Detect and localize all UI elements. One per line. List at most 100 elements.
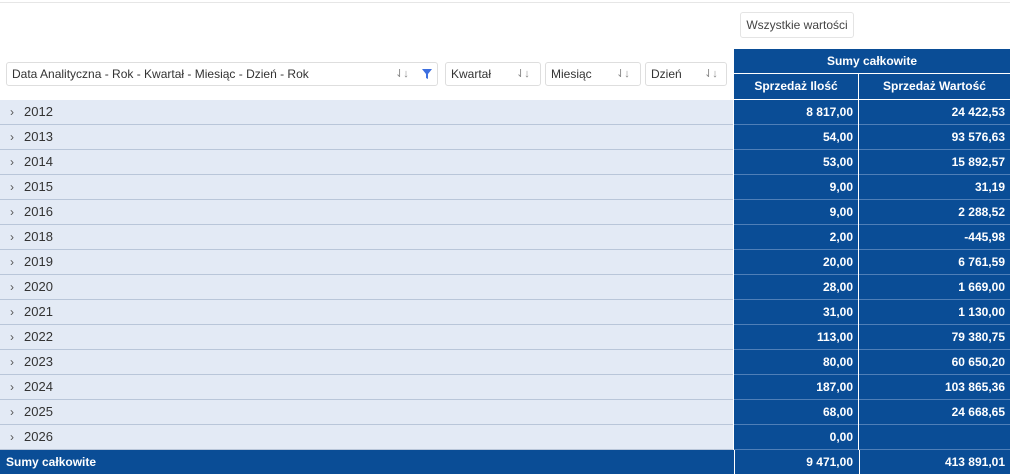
row-header[interactable]: › 2012 xyxy=(0,100,733,125)
expand-chevron-icon[interactable]: › xyxy=(10,150,16,174)
row-label: 2024 xyxy=(24,379,53,394)
field-day-label: Dzień xyxy=(651,67,682,81)
row-header[interactable]: › 2014 xyxy=(0,150,733,175)
row-label: 2022 xyxy=(24,329,53,344)
table-row: › 2020 28,00 1 669,00 xyxy=(0,275,1010,300)
cell-value[interactable]: 60 650,20 xyxy=(859,350,1010,375)
cell-qty[interactable]: 2,00 xyxy=(734,225,858,250)
column-header-value[interactable]: Sprzedaż Wartość xyxy=(859,74,1010,99)
cell-value[interactable]: 93 576,63 xyxy=(859,125,1010,150)
row-label: 2020 xyxy=(24,279,53,294)
cell-qty[interactable]: 31,00 xyxy=(734,300,858,325)
table-row: › 2025 68,00 24 668,65 xyxy=(0,400,1010,425)
expand-chevron-icon[interactable]: › xyxy=(10,225,16,249)
cell-qty[interactable]: 9,00 xyxy=(734,200,858,225)
row-header[interactable]: › 2013 xyxy=(0,125,733,150)
cell-qty[interactable]: 9,00 xyxy=(734,175,858,200)
row-label: 2014 xyxy=(24,154,53,169)
field-month[interactable]: Miesiąc ⇃↓ xyxy=(545,62,641,86)
cell-qty[interactable]: 113,00 xyxy=(734,325,858,350)
sort-icon[interactable]: ⇃↓ xyxy=(395,63,411,85)
expand-chevron-icon[interactable]: › xyxy=(10,300,16,324)
field-day[interactable]: Dzień ⇃↓ xyxy=(645,62,727,86)
row-label: 2013 xyxy=(24,129,53,144)
expand-chevron-icon[interactable]: › xyxy=(10,100,16,124)
filter-icon[interactable] xyxy=(421,68,433,80)
row-label: 2016 xyxy=(24,204,53,219)
row-header[interactable]: › 2024 xyxy=(0,375,733,400)
row-header[interactable]: › 2021 xyxy=(0,300,733,325)
grand-total-row: Sumy całkowite 9 471,00 413 891,01 xyxy=(0,450,1010,474)
row-label: 2018 xyxy=(24,229,53,244)
all-values-button[interactable]: Wszystkie wartości xyxy=(740,12,854,38)
cell-qty[interactable]: 20,00 xyxy=(734,250,858,275)
cell-value[interactable]: -445,98 xyxy=(859,225,1010,250)
expand-chevron-icon[interactable]: › xyxy=(10,200,16,224)
table-row: › 2024 187,00 103 865,36 xyxy=(0,375,1010,400)
expand-chevron-icon[interactable]: › xyxy=(10,350,16,374)
row-header[interactable]: › 2022 xyxy=(0,325,733,350)
cell-value[interactable]: 31,19 xyxy=(859,175,1010,200)
expand-chevron-icon[interactable]: › xyxy=(10,400,16,424)
row-header[interactable]: › 2026 xyxy=(0,425,733,450)
table-row: › 2015 9,00 31,19 xyxy=(0,175,1010,200)
table-row: › 2022 113,00 79 380,75 xyxy=(0,325,1010,350)
cell-value[interactable]: 79 380,75 xyxy=(859,325,1010,350)
sort-icon[interactable]: ⇃↓ xyxy=(616,63,632,85)
grand-total-label: Sumy całkowite xyxy=(6,455,97,469)
expand-chevron-icon[interactable]: › xyxy=(10,375,16,399)
cell-qty[interactable]: 0,00 xyxy=(734,425,858,450)
cell-value[interactable]: 2 288,52 xyxy=(859,200,1010,225)
expand-chevron-icon[interactable]: › xyxy=(10,125,16,149)
table-row: › 2019 20,00 6 761,59 xyxy=(0,250,1010,275)
cell-qty[interactable]: 53,00 xyxy=(734,150,858,175)
field-month-label: Miesiąc xyxy=(551,67,592,81)
cell-value[interactable]: 1 130,00 xyxy=(859,300,1010,325)
cell-value[interactable]: 15 892,57 xyxy=(859,150,1010,175)
expand-chevron-icon[interactable]: › xyxy=(10,250,16,274)
field-quarter-label: Kwartał xyxy=(451,67,492,81)
sort-icon[interactable]: ⇃↓ xyxy=(516,63,532,85)
row-label: 2019 xyxy=(24,254,53,269)
grand-total-value: 413 891,01 xyxy=(859,450,1010,474)
table-row: › 2023 80,00 60 650,20 xyxy=(0,350,1010,375)
cell-qty[interactable]: 28,00 xyxy=(734,275,858,300)
column-header-qty[interactable]: Sprzedaż Ilość xyxy=(734,74,858,99)
table-row: › 2016 9,00 2 288,52 xyxy=(0,200,1010,225)
grand-total-qty: 9 471,00 xyxy=(734,450,858,474)
row-header[interactable]: › 2019 xyxy=(0,250,733,275)
cell-value[interactable]: 1 669,00 xyxy=(859,275,1010,300)
table-row: › 2018 2,00 -445,98 xyxy=(0,225,1010,250)
field-date-hierarchy[interactable]: Data Analityczna - Rok - Kwartał - Miesi… xyxy=(6,62,438,86)
cell-qty[interactable]: 68,00 xyxy=(734,400,858,425)
table-row: › 2021 31,00 1 130,00 xyxy=(0,300,1010,325)
row-header[interactable]: › 2020 xyxy=(0,275,733,300)
cell-value[interactable] xyxy=(859,425,1010,450)
row-header[interactable]: › 2016 xyxy=(0,200,733,225)
cell-qty[interactable]: 8 817,00 xyxy=(734,100,858,125)
row-label: 2023 xyxy=(24,354,53,369)
table-row: › 2026 0,00 xyxy=(0,425,1010,450)
table-row: › 2013 54,00 93 576,63 xyxy=(0,125,1010,150)
cell-qty[interactable]: 187,00 xyxy=(734,375,858,400)
cell-value[interactable]: 24 422,53 xyxy=(859,100,1010,125)
cell-qty[interactable]: 54,00 xyxy=(734,125,858,150)
sort-icon[interactable]: ⇃↓ xyxy=(704,63,720,85)
row-label: 2012 xyxy=(24,104,53,119)
row-header[interactable]: › 2018 xyxy=(0,225,733,250)
cell-value[interactable]: 24 668,65 xyxy=(859,400,1010,425)
field-quarter[interactable]: Kwartał ⇃↓ xyxy=(445,62,541,86)
table-row: › 2012 8 817,00 24 422,53 xyxy=(0,100,1010,125)
expand-chevron-icon[interactable]: › xyxy=(10,425,16,449)
expand-chevron-icon[interactable]: › xyxy=(10,175,16,199)
row-header[interactable]: › 2025 xyxy=(0,400,733,425)
cell-qty[interactable]: 80,00 xyxy=(734,350,858,375)
row-label: 2025 xyxy=(24,404,53,419)
cell-value[interactable]: 103 865,36 xyxy=(859,375,1010,400)
row-header[interactable]: › 2015 xyxy=(0,175,733,200)
row-header[interactable]: › 2023 xyxy=(0,350,733,375)
cell-value[interactable]: 6 761,59 xyxy=(859,250,1010,275)
expand-chevron-icon[interactable]: › xyxy=(10,325,16,349)
row-label: 2021 xyxy=(24,304,53,319)
expand-chevron-icon[interactable]: › xyxy=(10,275,16,299)
